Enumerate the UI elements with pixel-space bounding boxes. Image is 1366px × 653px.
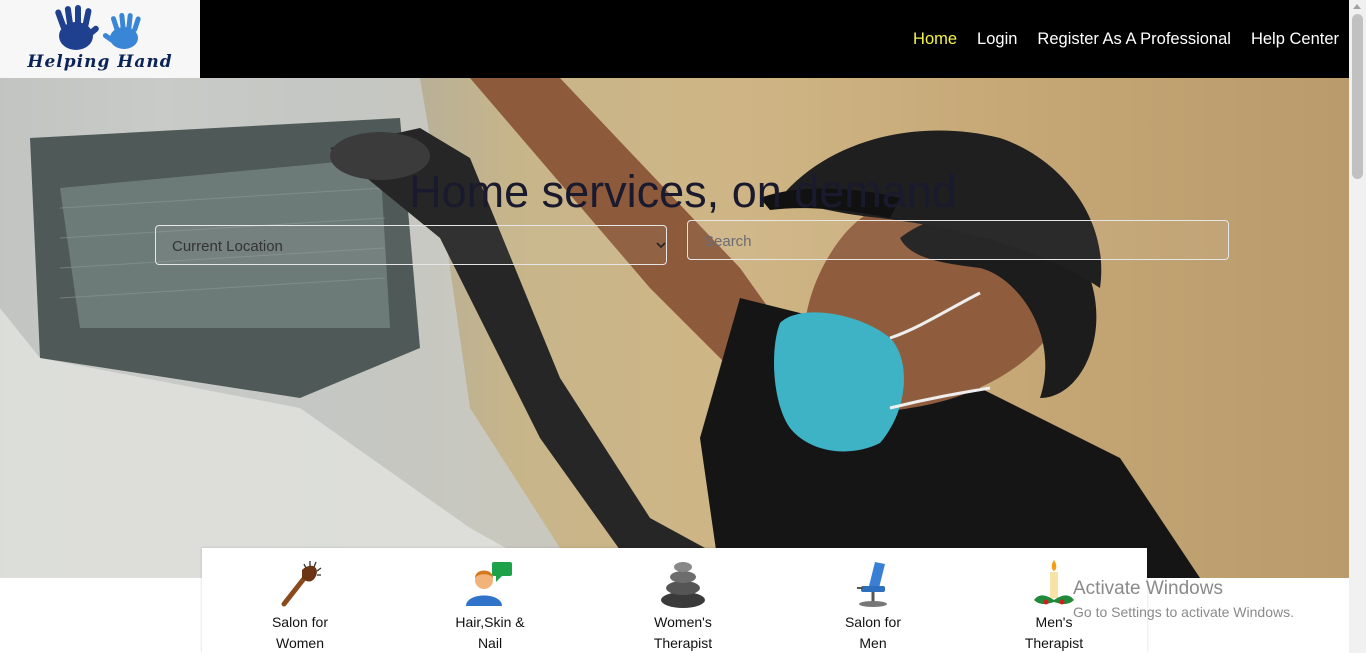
watermark-subtitle: Go to Settings to activate Windows.	[1073, 604, 1294, 620]
category-womens-therapist[interactable]: Women's Therapist	[613, 548, 753, 653]
vertical-scrollbar[interactable]	[1349, 0, 1366, 653]
category-salon-women[interactable]: Salon for Women	[230, 548, 370, 653]
category-label: Salon for	[271, 614, 329, 630]
scrollbar-thumb[interactable]	[1352, 14, 1363, 179]
barber-chair-icon	[857, 562, 887, 607]
category-strip: Salon for Women Hair,Skin & Nail Women's…	[202, 548, 1147, 653]
technician-photo	[0, 78, 1200, 578]
category-label: Men	[859, 635, 887, 651]
brand-name: Helping Hand	[27, 52, 173, 72]
category-hair-skin-nail[interactable]: Hair,Skin & Nail	[420, 548, 560, 653]
brand-logo[interactable]: Helping Hand	[0, 0, 200, 78]
nav-register-professional-link[interactable]: Register As A Professional	[1037, 30, 1231, 49]
candle-icon	[1034, 560, 1074, 605]
nav-login-link[interactable]: Login	[977, 30, 1017, 49]
hero-title: Home services, on demand	[409, 166, 957, 217]
search-placeholder: Search	[704, 233, 752, 250]
hands-logo-icon	[55, 5, 141, 50]
activate-windows-watermark: Activate Windows Go to Settings to activ…	[1073, 578, 1294, 620]
category-label: Therapist	[653, 635, 713, 651]
watermark-title: Activate Windows	[1073, 578, 1223, 599]
category-salon-men[interactable]: Salon for Men	[803, 548, 943, 653]
category-label: Hair,Skin &	[455, 614, 525, 630]
nav-home-link[interactable]: Home	[913, 30, 957, 49]
category-label: Women's	[654, 614, 712, 630]
search-input[interactable]: Search	[687, 220, 1229, 260]
chevron-down-icon	[656, 238, 666, 252]
person-chat-icon	[466, 562, 512, 606]
hero-banner: Home services, on demand Current Locatio…	[0, 78, 1349, 578]
stones-icon	[661, 562, 705, 608]
location-select[interactable]: Current Location	[155, 225, 667, 265]
scroll-up-arrow-icon[interactable]	[1353, 4, 1361, 9]
location-select-value: Current Location	[172, 238, 283, 255]
nav-help-center-link[interactable]: Help Center	[1251, 30, 1339, 49]
category-label: Salon for	[844, 614, 902, 630]
category-label: Therapist	[1024, 635, 1084, 651]
nav-menu: Home Login Register As A Professional He…	[893, 0, 1339, 78]
category-label: Nail	[477, 635, 503, 651]
navbar: Helping Hand Home Login Register As A Pr…	[0, 0, 1349, 78]
category-label: Women	[276, 635, 324, 651]
comb-icon	[281, 561, 322, 607]
